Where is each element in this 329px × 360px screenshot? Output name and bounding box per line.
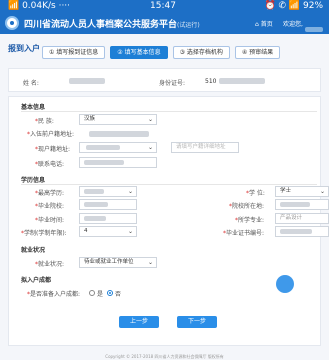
hukou-address-input[interactable]: 请填写户籍详细地址	[171, 142, 239, 153]
radio-yes[interactable]	[89, 290, 95, 296]
household-radio-group: 是 否	[89, 288, 129, 298]
school-redacted	[84, 202, 108, 207]
step-2[interactable]: ② 填写基本信息	[110, 46, 168, 59]
diploma-no-input[interactable]	[275, 226, 329, 237]
floating-assist-button[interactable]	[276, 275, 294, 293]
grad-time-input[interactable]	[79, 213, 137, 224]
nation-select[interactable]: 汉族 ⌄	[79, 114, 157, 125]
phone-redacted	[84, 160, 124, 165]
before-address-redacted	[89, 131, 149, 137]
diploma-no-label: 毕业证书编号:	[226, 230, 265, 237]
years-label: 学制(学制年限):	[24, 230, 67, 237]
step-1[interactable]: ① 填写报到证信息	[42, 46, 106, 59]
site-header: 四川省流动人员人事档案公共服务平台(试运行) ⌂ 首页 欢迎您,	[0, 12, 329, 34]
highest-edu-label: 最高学历:	[38, 190, 65, 197]
site-title: 四川省流动人员人事档案公共服务平台(试运行)	[24, 17, 200, 30]
school-input[interactable]	[79, 199, 137, 210]
home-icon: ⌂	[255, 21, 259, 28]
chevron-down-icon: ⌄	[147, 144, 153, 151]
network-speed: 📶 0.04K/s ····	[8, 1, 71, 11]
employment-status-select[interactable]: 待业或就业工作单位 ⌄	[79, 257, 157, 268]
grad-time-label: 毕业时间:	[38, 217, 65, 224]
grad-time-redacted	[84, 216, 106, 221]
id-number-redacted	[219, 78, 265, 84]
page-footer: Copyright © 2017-2018 四川省人力资源和社会保障厅 版权所有	[105, 354, 224, 359]
hukou-address-label: 现户籍地址:	[38, 146, 71, 153]
status-indicators: ⏰ ✆ 📶 92%	[264, 1, 323, 11]
diploma-no-redacted	[280, 229, 312, 234]
radio-yes-label: 是	[97, 291, 104, 298]
nation-label: 民 族:	[38, 118, 54, 125]
welcome-text: 欢迎您,	[283, 21, 303, 28]
school-place-redacted	[280, 202, 310, 207]
section-household: 拟入户成都	[21, 277, 52, 284]
major-label: 所学专业:	[238, 217, 265, 224]
name-value-redacted	[69, 78, 105, 84]
phone-input[interactable]	[79, 157, 157, 168]
status-bar: 📶 0.04K/s ···· 15:47 ⏰ ✆ 📶 92%	[0, 0, 329, 12]
school-place-label: 院校所在地:	[232, 203, 265, 210]
radio-no-label: 否	[115, 291, 122, 298]
divider	[21, 111, 317, 112]
hukou-region-select[interactable]: ⌄	[79, 142, 157, 153]
page-breadcrumb: 报到入户	[8, 44, 40, 53]
school-label: 毕业院校:	[38, 203, 65, 210]
years-select[interactable]: 4 ⌄	[79, 226, 137, 237]
basic-info-form: 基本信息 *民 族: 汉族 ⌄ *入伍前户籍地址: *现户籍地址: ⌄ 请填写户籍…	[8, 96, 329, 346]
next-step-button[interactable]: 下一步	[177, 316, 217, 328]
section-education: 学历信息	[21, 177, 46, 184]
school-place-input[interactable]	[275, 199, 329, 210]
site-title-text: 四川省流动人员人事档案公共服务平台	[24, 20, 178, 30]
page-content: 报到入户 ① 填写报到证信息 ② 填写基本信息 ③ 选择存档机构 ④ 预审结果 …	[0, 34, 329, 359]
degree-select[interactable]: 学士 ⌄	[275, 186, 329, 197]
username-redacted	[305, 27, 323, 32]
id-number-label: 身份证号:	[159, 80, 186, 87]
nav-home-link[interactable]: ⌂ 首页	[255, 19, 273, 28]
id-number-prefix: 510	[205, 78, 217, 85]
before-address-label: 入伍前户籍地址:	[30, 131, 75, 138]
highest-edu-redacted	[84, 189, 104, 194]
step-4[interactable]: ④ 预审结果	[234, 46, 281, 59]
section-employment: 就业状况	[21, 247, 46, 254]
chevron-down-icon: ⌄	[319, 188, 325, 195]
degree-label: 学 位:	[249, 190, 265, 197]
chevron-down-icon: ⌄	[127, 188, 133, 195]
hukou-region-redacted	[86, 145, 120, 150]
chevron-down-icon: ⌄	[127, 228, 133, 235]
name-label: 姓 名:	[23, 80, 39, 87]
site-subtitle: (试运行)	[177, 22, 200, 29]
identity-panel: 姓 名: 身份证号: 510	[8, 68, 321, 92]
chevron-down-icon: ⌄	[147, 116, 153, 123]
chevron-down-icon: ⌄	[147, 259, 153, 266]
clock: 15:47	[150, 1, 176, 11]
platform-logo-icon	[5, 16, 19, 30]
phone-label: 联系电话:	[38, 161, 65, 168]
household-question-label: 是否准备入户成都:	[30, 291, 81, 298]
prev-step-button[interactable]: 上一步	[119, 316, 159, 328]
progress-steps: ① 填写报到证信息 ② 填写基本信息 ③ 选择存档机构 ④ 预审结果	[42, 46, 281, 59]
section-basic-info: 基本信息	[21, 104, 46, 111]
employment-status-label: 就业状况:	[38, 261, 65, 268]
divider	[21, 184, 317, 185]
step-3[interactable]: ③ 选择存档机构	[172, 46, 230, 59]
radio-no[interactable]	[107, 290, 113, 296]
major-input[interactable]: 产品设计	[275, 213, 329, 224]
highest-edu-select[interactable]: ⌄	[79, 186, 137, 197]
